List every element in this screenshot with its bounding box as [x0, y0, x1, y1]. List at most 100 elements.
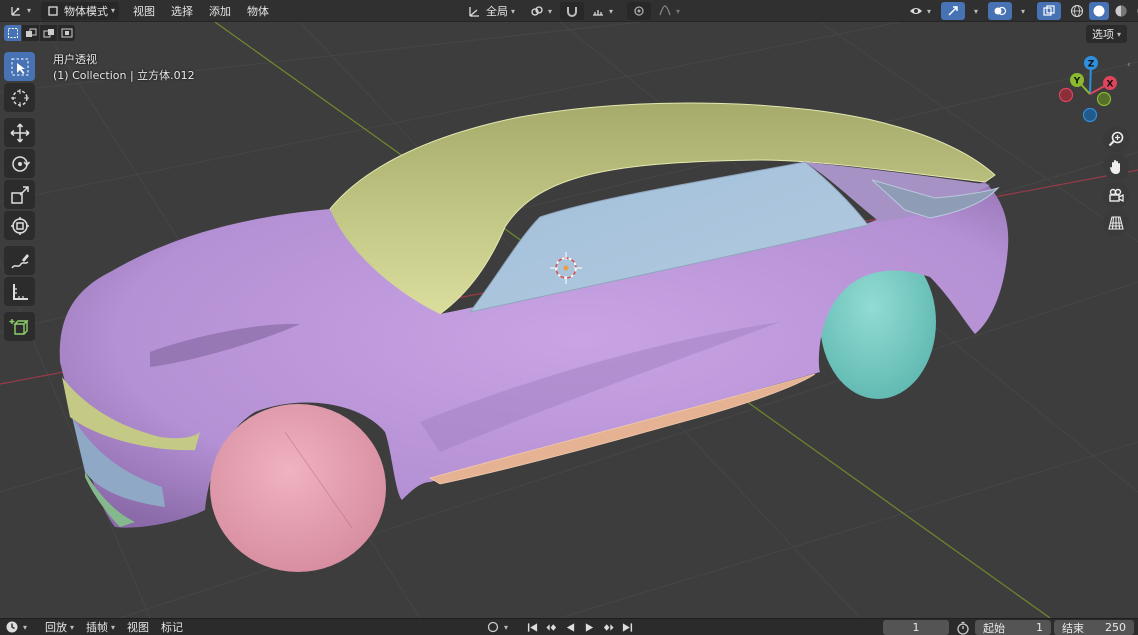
chevron-down-icon: ▾ [70, 622, 75, 632]
scene-canvas[interactable] [0, 22, 1138, 618]
options-dropdown[interactable]: 选项 ▾ [1086, 25, 1128, 43]
snap-target-dropdown[interactable]: ▾ [586, 2, 617, 20]
menu-playback[interactable]: 回放 ▾ [39, 619, 80, 635]
menu-timeline-view[interactable]: 视图 [121, 619, 155, 635]
overlays-toggle[interactable] [988, 2, 1013, 20]
transform-orientation-dropdown[interactable]: 全局 ▾ [462, 2, 519, 20]
zoom-magnifier-icon [1108, 131, 1124, 147]
3d-viewport[interactable]: 用户透视 (1) Collection | 立方体.012 选项 ▾ ‹ Z Y… [0, 22, 1138, 618]
timeline-editor-button[interactable]: ▾ [0, 619, 33, 635]
play-button[interactable] [581, 620, 598, 634]
tool-cursor[interactable] [4, 83, 35, 112]
mode-dropdown[interactable]: 物体模式 ▾ [41, 1, 120, 20]
select-box-icon [11, 58, 28, 75]
gizmo-toggle[interactable] [941, 2, 966, 20]
annotate-icon [10, 253, 29, 268]
tool-annotate[interactable] [4, 246, 35, 275]
proportional-edit-toggle[interactable] [627, 2, 652, 20]
chevron-down-icon: ▾ [676, 6, 681, 16]
zoom-button[interactable] [1103, 126, 1129, 152]
clock-editor-icon [4, 619, 20, 635]
jump-end-icon [622, 622, 633, 632]
options-label: 选项 [1092, 28, 1114, 41]
timeline-header: ▾ 回放 ▾ 插帧 ▾ 视图 标记 ▾ 1 起始 1 结束 250 [0, 618, 1138, 635]
tool-move[interactable] [4, 118, 35, 147]
select-extend-button[interactable] [22, 25, 39, 41]
gizmo-dropdown[interactable]: ▾ [967, 2, 982, 20]
next-keyframe-button[interactable] [600, 620, 617, 634]
menu-marker[interactable]: 标记 [155, 619, 189, 635]
gizmo-arrow-icon [945, 3, 961, 19]
tool-select-box[interactable] [4, 52, 35, 81]
editor-type-button[interactable]: ▾ [4, 2, 35, 20]
current-frame-field[interactable]: 1 [883, 620, 949, 635]
grid-perspective-icon [1108, 216, 1124, 230]
tool-add-cube[interactable] [4, 312, 35, 341]
gizmo-x-label: X [1107, 80, 1114, 90]
camera-view-button[interactable] [1103, 182, 1129, 208]
jump-start-icon [527, 622, 538, 632]
overlays-dropdown[interactable]: ▾ [1014, 2, 1029, 20]
chevron-down-icon: ▾ [23, 622, 28, 632]
prev-keyframe-button[interactable] [543, 620, 560, 634]
chevron-down-icon: ▾ [1117, 29, 1122, 39]
viewport-info: 用户透视 (1) Collection | 立方体.012 [53, 52, 195, 84]
menu-object[interactable]: 物体 [239, 2, 277, 20]
camera-icon [1109, 188, 1124, 203]
navigation-gizmo[interactable]: Z Y X [1050, 54, 1130, 126]
chevron-down-icon: ▾ [609, 6, 614, 16]
frame-start-label: 起始 [983, 621, 1005, 635]
select-subtract-button[interactable] [40, 25, 57, 41]
axes-editor-icon [8, 3, 24, 19]
proportional-circle-icon [631, 3, 647, 19]
menu-add[interactable]: 添加 [201, 2, 239, 20]
play-icon [585, 622, 594, 632]
menu-view[interactable]: 视图 [125, 2, 163, 20]
transform-icon [10, 216, 29, 235]
tool-scale[interactable] [4, 180, 35, 209]
rotate-icon [11, 155, 30, 172]
chevron-down-icon: ▾ [548, 6, 553, 16]
snap-grid-icon [590, 3, 606, 19]
select-invert-button[interactable] [58, 25, 75, 41]
frame-end-label: 结束 [1062, 621, 1084, 635]
shading-rendered-button[interactable] [1133, 2, 1138, 20]
gizmo-y-label: Y [1073, 77, 1081, 87]
gizmo-z-label: Z [1088, 60, 1095, 70]
auto-keying-toggle[interactable]: ▾ [481, 619, 512, 635]
orientation-label: 全局 [486, 5, 508, 18]
tool-transform[interactable] [4, 211, 35, 240]
mode-label: 物体模式 [64, 4, 109, 18]
record-circle-icon [485, 619, 501, 635]
play-reverse-button[interactable] [562, 620, 579, 634]
menu-keying[interactable]: 插帧 ▾ [80, 619, 121, 635]
menu-select[interactable]: 选择 [163, 2, 201, 20]
frame-start-field[interactable]: 起始 1 [975, 620, 1051, 635]
stopwatch-icon[interactable] [955, 620, 971, 635]
shading-solid-button[interactable] [1089, 2, 1110, 20]
tool-rotate[interactable] [4, 149, 35, 178]
prev-keyframe-icon [546, 623, 557, 631]
select-new-button[interactable] [4, 25, 21, 41]
select-invert-icon [61, 28, 72, 38]
xray-toggle[interactable] [1037, 2, 1062, 20]
falloff-dropdown[interactable]: ▾ [653, 2, 684, 20]
jump-end-button[interactable] [619, 620, 636, 634]
tool-measure[interactable] [4, 277, 35, 306]
shading-wireframe-button[interactable] [1067, 2, 1087, 20]
orientation-axes-icon [466, 3, 482, 19]
pivot-point-dropdown[interactable]: ▾ [525, 2, 556, 20]
playback-controls [524, 620, 636, 634]
pan-button[interactable] [1103, 154, 1129, 180]
collection-object-label: (1) Collection | 立方体.012 [53, 69, 195, 82]
ortho-toggle-button[interactable] [1103, 210, 1129, 236]
visibility-dropdown[interactable]: ▾ [904, 2, 935, 20]
snap-toggle[interactable] [560, 2, 585, 20]
shading-material-button[interactable] [1111, 2, 1131, 20]
chevron-down-icon: ▾ [504, 622, 509, 632]
chevron-down-icon: ▾ [927, 6, 932, 16]
jump-start-button[interactable] [524, 620, 541, 634]
frame-end-field[interactable]: 结束 250 [1054, 620, 1134, 635]
xray-icon [1041, 3, 1057, 19]
selection-mode-group [4, 25, 75, 41]
